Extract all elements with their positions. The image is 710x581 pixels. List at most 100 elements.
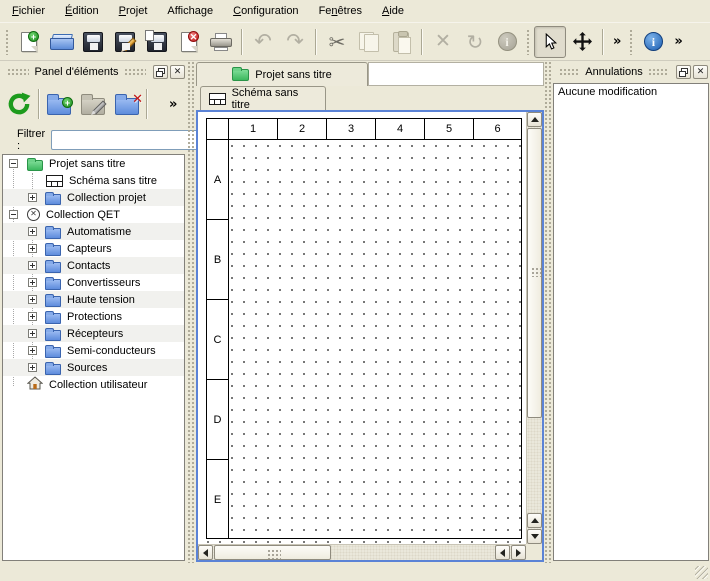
diagram-viewport[interactable]: 1 2 3 4 5 6 A B C D E <box>198 112 526 544</box>
expand-expander[interactable] <box>28 227 37 236</box>
menu-edition[interactable]: Édition <box>57 2 107 20</box>
diagram-canvas: 1 2 3 4 5 6 A B C D E <box>196 110 544 562</box>
tree-item-diagram[interactable]: Schéma sans titre <box>3 172 184 189</box>
tree-item-sources[interactable]: Sources <box>3 359 184 376</box>
scroll-right-button[interactable] <box>511 545 526 560</box>
information-button[interactable]: i <box>637 26 669 58</box>
menu-affichage[interactable]: Affichage <box>159 2 221 20</box>
vertical-scrollbar[interactable] <box>526 112 542 544</box>
move-tool-button[interactable] <box>566 26 598 58</box>
elements-panel-header[interactable]: Panel d'éléments ✕ <box>2 63 185 81</box>
toolbar-grip[interactable] <box>5 29 10 55</box>
reload-collections-button[interactable] <box>2 86 36 122</box>
scroll-up-button[interactable] <box>527 112 542 127</box>
close-panel-button[interactable]: ✕ <box>170 65 185 79</box>
tree-item-project[interactable]: Projet sans titre <box>3 155 184 172</box>
expand-expander[interactable] <box>28 363 37 372</box>
tree-item-convertisseurs[interactable]: Convertisseurs <box>3 274 184 291</box>
expand-expander[interactable] <box>28 346 37 355</box>
menu-fenetres[interactable]: Fenêtres <box>311 2 370 20</box>
delete-icon: ✕ <box>435 32 451 51</box>
tree-item-capteurs[interactable]: Capteurs <box>3 240 184 257</box>
collapse-expander[interactable] <box>9 159 18 168</box>
menu-aide[interactable]: Aide <box>374 2 412 20</box>
tab-diagram[interactable]: Schéma sans titre <box>200 86 326 110</box>
tree-item-collection-projet[interactable]: Collection projet <box>3 189 184 206</box>
diagram-icon <box>209 93 226 105</box>
expand-expander[interactable] <box>28 312 37 321</box>
scroll-left-button[interactable] <box>198 545 213 560</box>
filter-input[interactable] <box>51 130 201 150</box>
edit-category-icon <box>81 98 105 115</box>
refresh-icon <box>7 92 31 116</box>
scroll-down-button[interactable] <box>527 529 542 544</box>
folder-icon <box>45 313 61 324</box>
tree-item-recepteurs[interactable]: Récepteurs <box>3 325 184 342</box>
cursor-arrow-icon <box>542 33 559 50</box>
menu-projet[interactable]: Projet <box>111 2 156 20</box>
scroll-left-button[interactable] <box>495 545 510 560</box>
close-document-button[interactable]: ✕ <box>173 26 205 58</box>
qet-collection-icon: ✕ <box>27 208 40 221</box>
toolbar-overflow-button[interactable]: » <box>608 34 626 49</box>
expand-expander[interactable] <box>28 329 37 338</box>
expand-expander[interactable] <box>28 261 37 270</box>
tree-item-haute-tension[interactable]: Haute tension <box>3 291 184 308</box>
save-button[interactable] <box>77 26 109 58</box>
collections-tree[interactable]: Projet sans titre Schéma sans titre Coll… <box>2 154 185 561</box>
copy-icon <box>359 32 379 52</box>
horizontal-scrollbar[interactable] <box>198 544 526 560</box>
left-splitter-handle[interactable] <box>187 61 196 563</box>
expand-expander[interactable] <box>28 244 37 253</box>
menu-configuration[interactable]: Configuration <box>225 2 306 20</box>
tab-project[interactable]: Projet sans titre <box>196 62 368 86</box>
toolbar-grip[interactable] <box>629 29 634 55</box>
tree-item-protections[interactable]: Protections <box>3 308 184 325</box>
folder-icon <box>45 262 61 273</box>
expand-expander[interactable] <box>28 193 37 202</box>
info-gray-icon: i <box>498 32 517 51</box>
undo-history-list[interactable]: Aucune modification <box>553 83 709 561</box>
restore-icon <box>679 68 688 77</box>
expand-expander[interactable] <box>28 295 37 304</box>
toolbar-grip[interactable] <box>526 29 531 55</box>
tab-bar-empty-area <box>368 62 544 86</box>
tree-item-semi-conducteurs[interactable]: Semi-conducteurs <box>3 342 184 359</box>
scroll-up-button[interactable] <box>527 513 542 528</box>
toolbar-overflow-button[interactable]: » <box>669 34 687 49</box>
new-document-button[interactable]: + <box>13 26 45 58</box>
undo-panel-header[interactable]: Annulations ✕ <box>554 63 708 81</box>
panel-overflow-button[interactable]: » <box>164 97 182 112</box>
redo-icon: ↷ <box>286 31 304 52</box>
save-as-button[interactable] <box>109 26 141 58</box>
expand-expander[interactable] <box>28 278 37 287</box>
menu-fichier[interactable]: Fichier <box>4 2 53 20</box>
tab-project-label: Projet sans titre <box>255 69 331 81</box>
print-button[interactable] <box>205 26 237 58</box>
float-panel-button[interactable] <box>676 65 691 79</box>
save-all-button[interactable] <box>141 26 173 58</box>
toolbar-separator <box>241 29 243 55</box>
new-category-button[interactable]: + <box>42 86 76 122</box>
tree-item-collection-qet[interactable]: ✕Collection QET <box>3 206 184 223</box>
tree-item-collection-utilisateur[interactable]: Collection utilisateur <box>3 376 184 393</box>
delete-category-button[interactable]: ✕ <box>110 86 144 122</box>
tree-item-automatisme[interactable]: Automatisme <box>3 223 184 240</box>
close-panel-button[interactable]: ✕ <box>693 65 708 79</box>
select-tool-button[interactable] <box>534 26 566 58</box>
undo-list-item[interactable]: Aucune modification <box>554 84 708 100</box>
folder-icon <box>45 330 61 341</box>
folder-icon <box>45 347 61 358</box>
toolbar-separator <box>602 29 604 55</box>
close-icon: ✕ <box>174 68 182 77</box>
collapse-expander[interactable] <box>9 210 18 219</box>
horizontal-scrollbar-thumb[interactable] <box>214 545 331 560</box>
float-panel-button[interactable] <box>153 65 168 79</box>
tree-item-contacts[interactable]: Contacts <box>3 257 184 274</box>
vertical-scrollbar-thumb[interactable] <box>527 128 542 418</box>
window-resize-grip[interactable] <box>695 566 708 579</box>
column-header: 3 <box>327 119 376 139</box>
right-splitter-handle[interactable] <box>544 61 552 563</box>
project-icon <box>232 69 249 81</box>
open-document-button[interactable] <box>45 26 77 58</box>
